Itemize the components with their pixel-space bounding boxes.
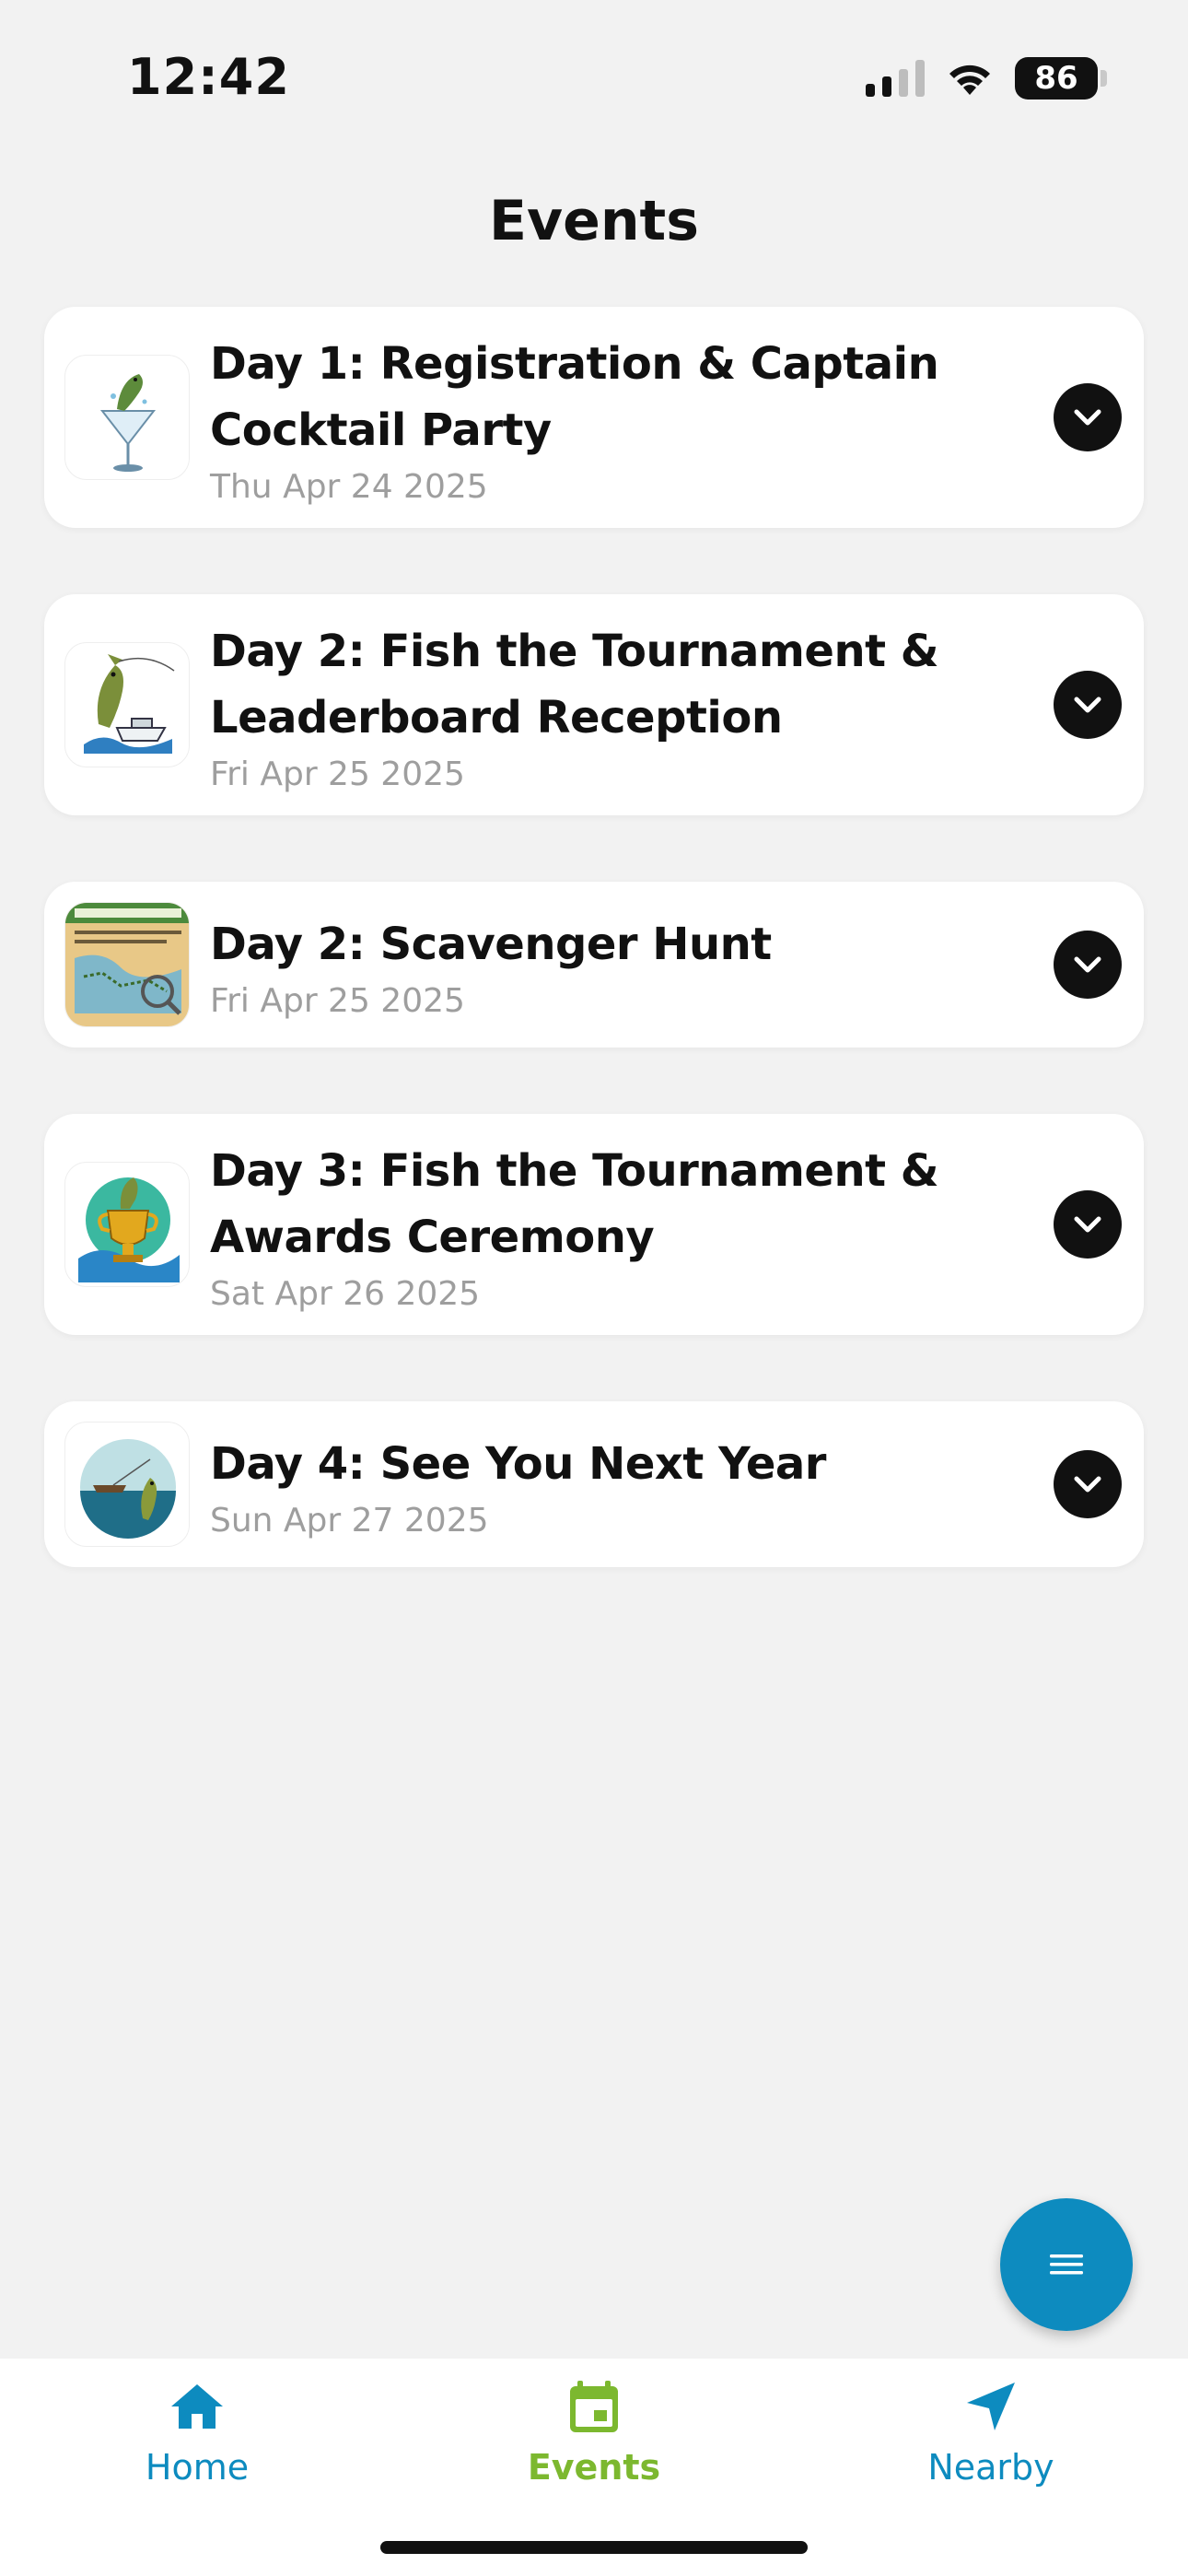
wifi-icon	[949, 64, 990, 95]
expand-chevron-button[interactable]	[1054, 1190, 1122, 1259]
status-bar: 12:42 86	[0, 0, 1188, 147]
event-date: Fri Apr 25 2025	[210, 982, 465, 1020]
home-indicator	[380, 2541, 808, 2554]
navigation-arrow-icon	[967, 2383, 1015, 2430]
nav-item-nearby[interactable]: Nearby	[853, 2359, 1129, 2497]
chevron-down-icon	[1074, 956, 1101, 973]
event-card[interactable]: Day 1: Registration & Captain Cocktail P…	[44, 307, 1144, 528]
event-date: Sun Apr 27 2025	[210, 1502, 489, 1540]
calendar-icon	[570, 2381, 618, 2432]
chevron-down-icon	[1074, 1216, 1101, 1233]
expand-chevron-button[interactable]	[1054, 671, 1122, 739]
event-date: Thu Apr 24 2025	[210, 468, 488, 506]
chevron-down-icon	[1074, 697, 1101, 713]
cellular-signal-icon	[866, 60, 925, 97]
expand-chevron-button[interactable]	[1054, 931, 1122, 999]
expand-chevron-button[interactable]	[1054, 1450, 1122, 1518]
status-icons: 86	[866, 55, 1107, 101]
battery-icon: 86	[1015, 57, 1107, 100]
fish-boat-icon	[64, 642, 190, 767]
fish-cocktail-glass-icon	[64, 355, 190, 480]
status-time: 12:42	[127, 48, 290, 106]
event-title: Day 4: See You Next Year	[210, 1438, 826, 1490]
nav-label-nearby: Nearby	[927, 2447, 1054, 2488]
menu-fab-button[interactable]	[1000, 2198, 1133, 2331]
event-title: Day 3: Fish the Tournament & Awards Cere…	[210, 1145, 939, 1263]
expand-chevron-button[interactable]	[1054, 383, 1122, 451]
chevron-down-icon	[1074, 409, 1101, 426]
nav-item-home[interactable]: Home	[59, 2359, 335, 2497]
menu-icon	[1050, 2254, 1083, 2275]
nav-label-home: Home	[145, 2447, 250, 2488]
nav-item-events[interactable]: Events	[456, 2359, 732, 2497]
fish-boat-scene-icon	[64, 1422, 190, 1547]
nav-label-events: Events	[527, 2447, 661, 2488]
fish-trophy-icon	[64, 1162, 190, 1287]
event-date: Sat Apr 26 2025	[210, 1275, 481, 1313]
event-card[interactable]: Day 2: Scavenger Hunt Fri Apr 25 2025	[44, 882, 1144, 1048]
event-title: Day 2: Fish the Tournament & Leaderboard…	[210, 626, 939, 744]
home-icon	[171, 2384, 223, 2429]
page-title: Events	[489, 189, 699, 253]
event-title: Day 2: Scavenger Hunt	[210, 919, 772, 970]
event-card[interactable]: Day 3: Fish the Tournament & Awards Cere…	[44, 1114, 1144, 1335]
battery-level: 86	[1015, 57, 1098, 100]
event-card[interactable]: Day 4: See You Next Year Sun Apr 27 2025	[44, 1401, 1144, 1567]
scavenger-map-icon	[64, 902, 190, 1027]
event-card[interactable]: Day 2: Fish the Tournament & Leaderboard…	[44, 594, 1144, 815]
chevron-down-icon	[1074, 1476, 1101, 1493]
event-date: Fri Apr 25 2025	[210, 755, 465, 793]
event-title: Day 1: Registration & Captain Cocktail P…	[210, 338, 939, 456]
